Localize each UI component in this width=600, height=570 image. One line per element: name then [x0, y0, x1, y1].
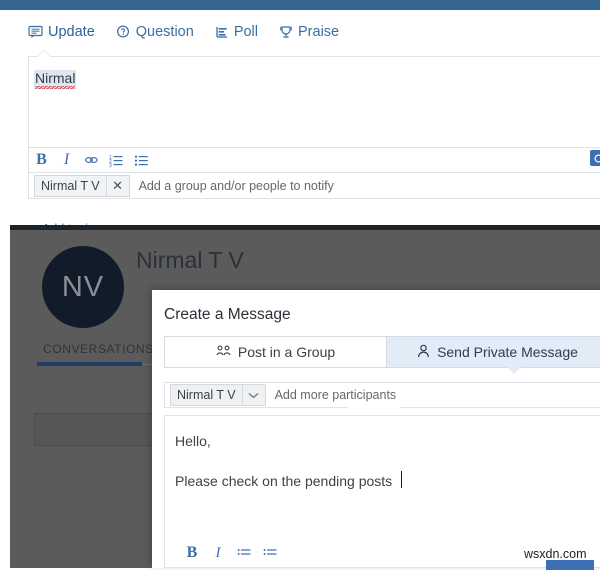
active-tab-caret [507, 367, 521, 374]
composer-caret [37, 51, 51, 57]
tab-send-private-message[interactable]: Send Private Message [387, 336, 600, 368]
svg-text:3: 3 [109, 163, 112, 167]
post-type-praise-label: Praise [298, 24, 340, 40]
question-bubble-icon [116, 25, 131, 39]
notify-placeholder: Add a group and/or people to notify [138, 178, 334, 193]
ordered-list-icon[interactable]: 1 2 3 [104, 148, 129, 172]
speech-bubble-icon [28, 25, 43, 39]
message-body-line-2: Please check on the pending posts [175, 473, 393, 489]
dialog-title: Create a Message [164, 306, 291, 323]
composer-text-area[interactable] [28, 56, 600, 148]
post-type-tabs: Update Question Poll Praise [28, 24, 339, 40]
notify-token[interactable]: Nirmal T V ✕ [34, 174, 130, 197]
participant-token-label: Nirmal T V [177, 388, 236, 402]
bold-button[interactable]: B [29, 148, 54, 172]
watermark: wsxdn.com [524, 547, 587, 561]
post-type-question[interactable]: Question [116, 24, 194, 40]
tab-post-in-a-group[interactable]: Post in a Group [164, 336, 387, 368]
post-type-poll-label: Poll [233, 24, 258, 40]
trophy-icon [279, 25, 293, 39]
tab-post-in-a-group-label: Post in a Group [237, 344, 336, 360]
composer-body-word: Nirmal [35, 70, 76, 91]
post-type-poll[interactable]: Poll [215, 24, 258, 40]
person-icon [417, 344, 430, 361]
close-icon[interactable]: ✕ [105, 175, 129, 196]
message-format-toolbar: B I [179, 544, 283, 562]
participant-token[interactable]: Nirmal T V [170, 384, 266, 406]
page-title: Nirmal T V [136, 247, 244, 273]
link-icon[interactable] [79, 148, 104, 172]
post-type-praise[interactable]: Praise [279, 24, 339, 40]
italic-button[interactable]: I [205, 544, 231, 562]
message-mode-tabs: Post in a Group Send Private Message [164, 336, 600, 368]
send-button[interactable] [546, 560, 594, 570]
ordered-list-icon[interactable] [231, 544, 257, 562]
notify-recipients-field[interactable]: Nirmal T V ✕ Add a group and/or people t… [28, 172, 600, 199]
text-cursor [401, 471, 402, 488]
notify-token-label: Nirmal T V [41, 178, 100, 193]
attach-button[interactable] [590, 150, 600, 166]
group-icon [216, 344, 231, 360]
italic-button[interactable]: I [54, 148, 79, 172]
bullet-list-icon[interactable] [257, 544, 283, 562]
composer-body-text[interactable]: Nirmal [34, 70, 77, 91]
tab-send-private-message-label: Send Private Message [437, 344, 578, 360]
post-type-update[interactable]: Update [28, 24, 95, 40]
poll-bars-icon [215, 25, 229, 39]
create-message-dialog: Create a Message Post in a Group Send Pr… [152, 290, 600, 568]
tab-active-underline [37, 362, 142, 366]
tab-conversations[interactable]: CONVERSATIONS [43, 342, 154, 356]
composer-format-toolbar: B I 1 2 3 [28, 148, 600, 172]
post-type-update-label: Update [48, 24, 95, 40]
bullet-list-icon[interactable] [129, 148, 154, 172]
participants-placeholder: Add more participants [274, 388, 397, 402]
chevron-down-icon[interactable] [241, 385, 265, 405]
app-top-bar [0, 0, 600, 10]
message-body-line-1: Hello, [175, 433, 211, 449]
post-type-question-label: Question [135, 24, 194, 40]
bold-button[interactable]: B [179, 544, 205, 562]
composer-page: Update Question Poll Praise Nirmal B I 1… [0, 10, 600, 236]
message-body-field[interactable]: Hello, Please check on the pending posts… [164, 415, 600, 568]
avatar: NV [42, 246, 124, 328]
group-page-top-divider [10, 225, 600, 230]
